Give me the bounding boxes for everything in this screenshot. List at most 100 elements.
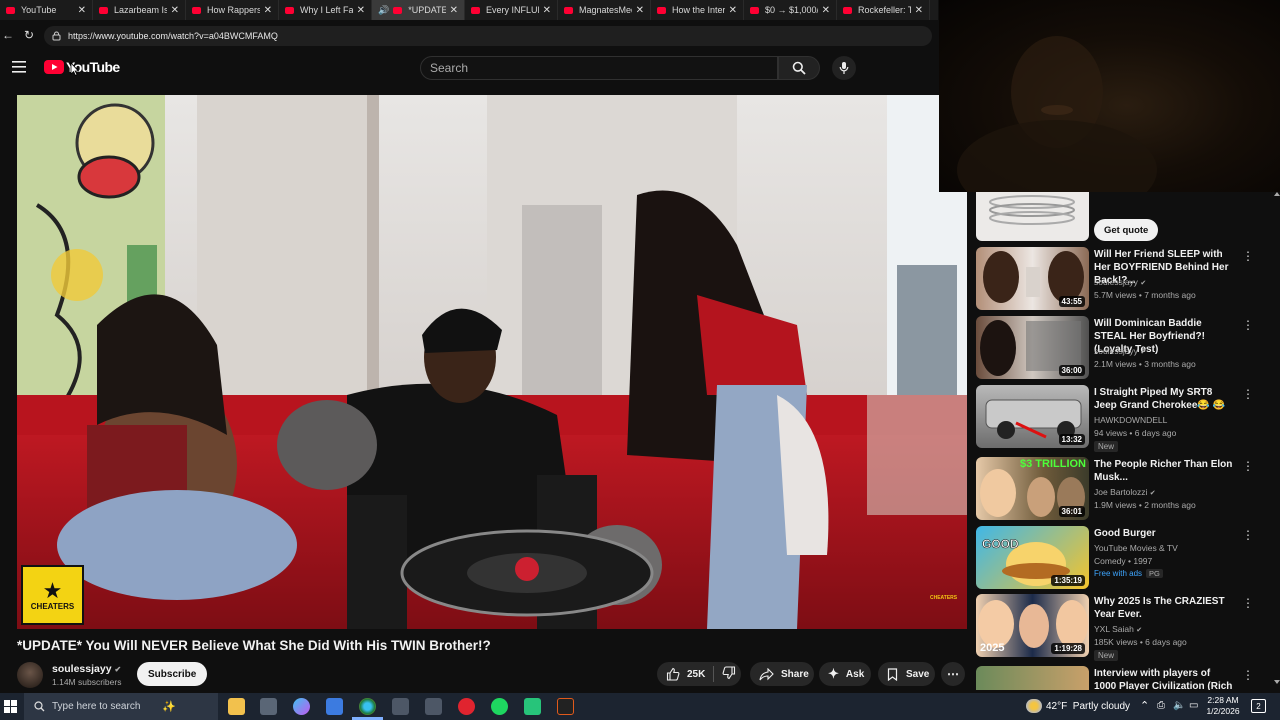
recommended-video[interactable]: GOOD 1:35:19 Good Burger YouTube Movies … [976, 526, 1276, 590]
windows-start-icon[interactable] [4, 700, 17, 713]
recommended-video[interactable]: Interview with players of 1000 Player Ci… [976, 666, 1276, 690]
site-info-icon[interactable] [52, 31, 61, 41]
recommended-video[interactable]: 43:55 Will Her Friend SLEEP with Her BOY… [976, 247, 1276, 311]
back-arrow-icon[interactable]: ← [2, 28, 14, 42]
close-tab-icon[interactable]: ✕ [357, 5, 365, 16]
weather-icon[interactable] [1026, 699, 1042, 713]
video-title[interactable]: Why 2025 Is The CRAZIEST Year Ever. [1094, 595, 1234, 621]
browser-tab[interactable]: How Rappers S✕ [186, 0, 279, 20]
browser-tab[interactable]: How the Intern✕ [651, 0, 744, 20]
clock[interactable]: 2:28 AM 1/2/2026 [1203, 695, 1243, 717]
taskbar-app-icon[interactable] [524, 698, 541, 715]
notification-center-icon[interactable]: 2 [1251, 699, 1266, 713]
browser-tab[interactable]: YouTube ✕ [0, 0, 93, 20]
channel-name[interactable]: soulessjayy ✔ [1094, 346, 1146, 356]
taskbar-app-icon[interactable] [392, 698, 409, 715]
taskbar-app-icon[interactable] [260, 698, 277, 715]
video-thumbnail[interactable]: 36:00 [976, 316, 1089, 379]
voice-search-button[interactable] [832, 56, 856, 80]
subscribe-button[interactable]: Subscribe [137, 662, 208, 686]
video-thumbnail[interactable]: 13:32 [976, 385, 1089, 448]
network-icon[interactable]: ⎙ [1157, 700, 1165, 711]
channel-name-main[interactable]: soulessjayy ✔ [52, 663, 121, 675]
address-bar[interactable]: https://www.youtube.com/watch?v=a04BWCMF… [44, 26, 932, 46]
scroll-down-arrow-icon[interactable] [1274, 680, 1280, 684]
taskbar-app-icon[interactable] [425, 698, 442, 715]
ask-button[interactable]: ✦ Ask [819, 662, 871, 686]
video-title[interactable]: Interview with players of 1000 Player Ci… [1094, 667, 1234, 690]
more-actions-icon[interactable]: ⋮ [1242, 668, 1254, 682]
close-tab-icon[interactable]: ✕ [915, 5, 923, 16]
video-thumbnail[interactable] [976, 666, 1089, 690]
browser-tab[interactable]: $0 → $1,000/da✕ [744, 0, 837, 20]
close-tab-icon[interactable]: ✕ [450, 5, 458, 16]
close-tab-icon[interactable]: ✕ [822, 5, 830, 16]
volume-icon[interactable]: 🔈 [1173, 700, 1185, 711]
close-tab-icon[interactable]: ✕ [171, 5, 179, 16]
more-actions-icon[interactable]: ⋮ [1242, 596, 1254, 610]
save-button[interactable]: Save [878, 662, 935, 686]
browser-tab[interactable]: Why I Left FaZe✕ [279, 0, 372, 20]
share-button[interactable]: Share [750, 662, 814, 686]
more-actions-icon[interactable]: ⋮ [1242, 459, 1254, 473]
like-button[interactable]: 25K [666, 667, 705, 681]
more-actions-icon[interactable]: ⋮ [1242, 249, 1254, 263]
file-explorer-icon[interactable] [228, 698, 245, 715]
chrome-icon[interactable] [359, 698, 376, 715]
weather-text[interactable]: 42°F Partly cloudy [1046, 701, 1130, 712]
search-input[interactable]: Search [420, 56, 778, 80]
more-actions-button[interactable]: ⋯ [941, 662, 965, 686]
close-tab-icon[interactable]: ✕ [78, 5, 86, 16]
youtube-logo[interactable]: YouTube [44, 59, 120, 75]
taskbar-search-box[interactable]: Type here to search ✨ [24, 693, 218, 720]
more-actions-icon[interactable]: ⋮ [1242, 387, 1254, 401]
rating-badge: PG [1146, 569, 1163, 578]
menu-icon[interactable] [12, 61, 26, 73]
reload-icon[interactable]: ↻ [24, 28, 34, 42]
get-quote-button[interactable]: Get quote [1094, 219, 1159, 241]
close-tab-icon[interactable]: ✕ [543, 5, 551, 16]
channel-branding-logo[interactable]: ★ CHEATERS [21, 565, 84, 625]
speaker-icon[interactable]: 🔊 [378, 5, 389, 16]
sidebar-scrollbar[interactable] [1272, 192, 1280, 690]
search-button[interactable] [778, 56, 820, 80]
channel-avatar[interactable] [17, 662, 43, 688]
close-tab-icon[interactable]: ✕ [636, 5, 644, 16]
microsoft-store-icon[interactable] [326, 698, 343, 715]
recommended-video[interactable]: 13:32 I Straight Piped My SRT8 Jeep Gran… [976, 385, 1276, 452]
channel-name[interactable]: YouTube Movies & TV [1094, 543, 1178, 553]
close-tab-icon[interactable]: ✕ [729, 5, 737, 16]
recommended-video[interactable]: $3 TRILLION 36:01 The People Richer Than… [976, 457, 1276, 521]
recommended-video[interactable]: 2025 1:19:28 Why 2025 Is The CRAZIEST Ye… [976, 594, 1276, 661]
browser-tab[interactable]: Every INFLUEN✕ [465, 0, 558, 20]
ad-thumbnail[interactable] [976, 192, 1089, 241]
video-title[interactable]: The People Richer Than Elon Musk... [1094, 458, 1234, 484]
channel-name[interactable]: HAWKDOWNDELL [1094, 415, 1167, 425]
video-thumbnail[interactable]: 43:55 [976, 247, 1089, 310]
recommended-video[interactable]: 36:00 Will Dominican Baddie STEAL Her Bo… [976, 316, 1276, 380]
video-player[interactable]: ★ CHEATERS CHEATERS [17, 95, 967, 629]
video-title[interactable]: Good Burger [1094, 527, 1234, 540]
video-thumbnail[interactable]: GOOD 1:35:19 [976, 526, 1089, 589]
channel-name[interactable]: Joe Bartolozzi ✔ [1094, 487, 1156, 497]
channel-name[interactable]: soulessjayy ✔ [1094, 277, 1146, 287]
more-actions-icon[interactable]: ⋮ [1242, 528, 1254, 542]
video-thumbnail[interactable]: 2025 1:19:28 [976, 594, 1089, 657]
taskbar-app-icon[interactable] [557, 698, 574, 715]
close-tab-icon[interactable]: ✕ [264, 5, 272, 16]
dislike-button[interactable] [722, 665, 736, 683]
battery-icon[interactable]: ▭ [1189, 700, 1198, 711]
channel-name[interactable]: YXL Saiah ✔ [1094, 624, 1142, 634]
more-actions-icon[interactable]: ⋮ [1242, 318, 1254, 332]
browser-tab[interactable]: Lazarbeam Is T✕ [93, 0, 186, 20]
show-hidden-icons-icon[interactable]: ⌃ [1140, 699, 1149, 712]
browser-tab[interactable]: Rockefeller: Th✕ [837, 0, 930, 20]
video-title[interactable]: I Straight Piped My SRT8 Jeep Grand Cher… [1094, 386, 1234, 412]
spotify-icon[interactable] [491, 698, 508, 715]
copilot-icon[interactable] [293, 698, 310, 715]
video-thumbnail[interactable]: $3 TRILLION 36:01 [976, 457, 1089, 520]
browser-tab-active[interactable]: 🔊*UPDATE*✕ [372, 0, 465, 20]
browser-tab[interactable]: MagnatesMedi✕ [558, 0, 651, 20]
scroll-up-arrow-icon[interactable] [1274, 192, 1280, 196]
opera-icon[interactable] [458, 698, 475, 715]
